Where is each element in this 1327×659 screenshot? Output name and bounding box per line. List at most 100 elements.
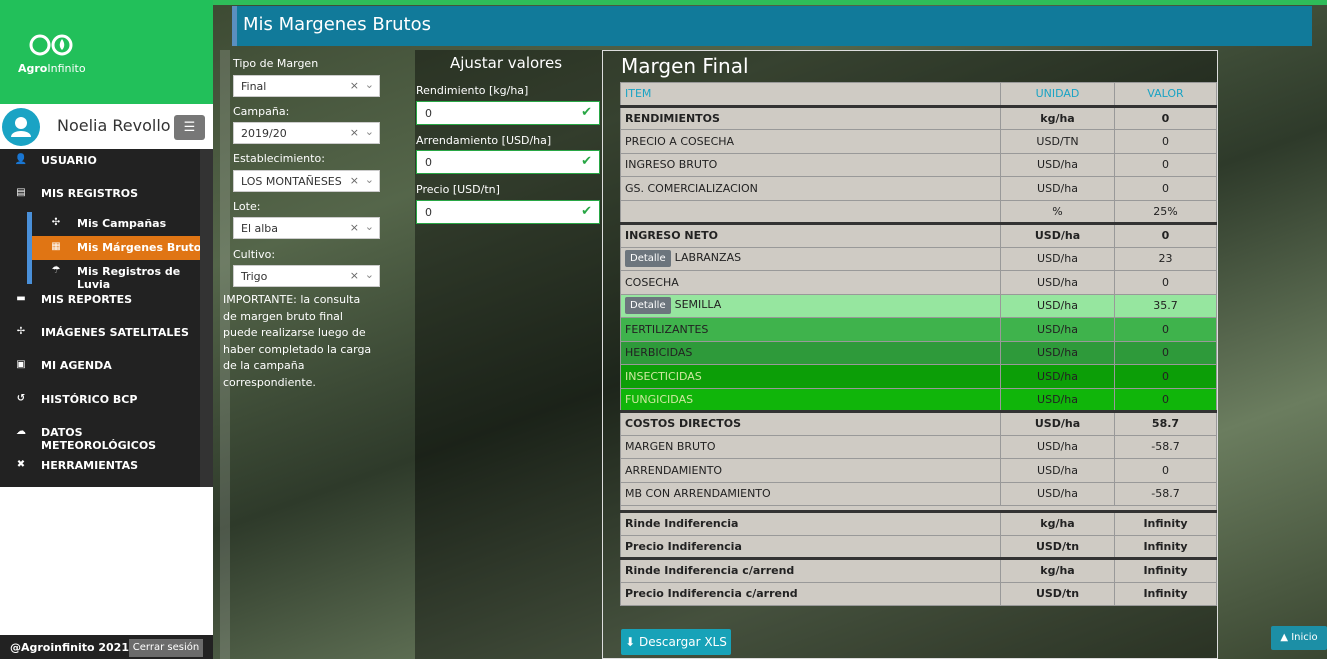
filter-label-cultivo: Cultivo: [233,248,276,261]
cell-item: MARGEN BRUTO [620,434,1001,459]
clear-icon[interactable]: × [350,269,359,282]
cell-item: INSECTICIDAS [620,364,1001,389]
nav-item-herramientas[interactable]: ✖ HERRAMIENTAS [0,454,200,478]
cell-value: 0 [1114,222,1217,248]
input-arrendamiento[interactable]: 0 ✔ [416,150,600,174]
cell-value: 0 [1114,458,1217,483]
cell-item: FERTILIZANTES [620,317,1001,342]
cell-unit: USD/tn [1000,581,1115,606]
check-icon: ✔ [581,204,592,219]
table-row: PRECIO A COSECHA USD/TN 0 [620,129,1217,154]
select-establecimiento[interactable]: LOS MONTAÑESES × ⌄ [233,170,380,192]
cell-item: ARRENDAMIENTO [620,458,1001,483]
table-row: COSECHA USD/ha 0 [620,270,1217,295]
cell-value: 0 [1114,387,1217,412]
cell-unit: USD/ha [1000,387,1115,412]
filter-label-lote: Lote: [233,200,261,213]
chevron-down-icon[interactable]: ⌄ [365,125,374,138]
nav-item-mi-agenda[interactable]: ▣ MI AGENDA [0,354,200,378]
nav-item-mis-registros[interactable]: ▤ MIS REGISTROS [0,182,200,206]
select-campana[interactable]: 2019/20 × ⌄ [233,122,380,144]
cell-unit: kg/ha [1000,557,1115,583]
download-icon: ⬇ [625,635,636,649]
logout-button[interactable]: Cerrar sesión [129,639,203,657]
document-icon: ▦ [51,241,61,252]
nav-item-usuario[interactable]: 👤 USUARIO [0,149,200,173]
select-tipo-margen[interactable]: Final × ⌄ [233,75,380,97]
cell-item: HERBICIDAS [620,340,1001,365]
cell-unit: USD/ha [1000,222,1115,248]
clear-icon[interactable]: × [350,79,359,92]
label-rendimiento: Rendimiento [kg/ha] [416,84,529,97]
detail-button-semilla[interactable]: Detalle [625,297,671,315]
chevron-down-icon[interactable]: ⌄ [365,268,374,281]
cell-value: 0 [1114,129,1217,154]
select-cultivo[interactable]: Trigo × ⌄ [233,265,380,287]
chevron-down-icon[interactable]: ⌄ [365,173,374,186]
cell-unit: USD/ha [1000,270,1115,295]
table-row: ARRENDAMIENTO USD/ha 0 [620,458,1217,483]
cell-unit: kg/ha [1000,510,1115,536]
table-row: Precio Indiferencia c/arrend USD/tn Infi… [620,581,1217,606]
calendar-icon: ▣ [16,359,26,370]
cell-item [620,199,1001,224]
clear-icon[interactable]: × [350,174,359,187]
chevron-down-icon[interactable]: ⌄ [365,220,374,233]
sidebar-footer: @Agroinfinito 2021 Cerrar sesión [0,635,213,659]
page-title: Mis Margenes Brutos [243,14,431,35]
detail-button-labranzas[interactable]: Detalle [625,250,671,268]
cell-item: FUNGICIDAS [620,387,1001,412]
table-row: Detalle SEMILLA USD/ha 35.7 [620,293,1217,318]
arrow-up-icon: ▲ [1280,632,1289,643]
cell-item: INGRESO NETO [620,222,1001,248]
sub-item-mis-margenes-brutos[interactable]: ▦ Mis Márgenes Brutos [27,236,213,260]
table-header: ITEM UNIDAD VALOR [620,82,1217,107]
nav-item-datos-meteorologicos[interactable]: ☁ DATOS METEOROLÓGICOS [0,421,200,452]
label-precio: Precio [USD/tn] [416,183,500,196]
nav-scrollbar[interactable] [200,149,213,487]
table-row: Rinde Indiferencia c/arrend kg/ha Infini… [620,557,1217,583]
chevron-down-icon[interactable]: ⌄ [365,78,374,91]
download-xls-button[interactable]: ⬇ Descargar XLS [621,629,731,655]
cell-item: Rinde Indiferencia [620,510,1001,536]
filter-label-establecimiento: Establecimiento: [233,152,325,165]
table-row: INGRESO BRUTO USD/ha 0 [620,152,1217,177]
table-row: RENDIMIENTOS kg/ha 0 [620,104,1217,130]
cell-value: 25% [1114,199,1217,224]
header-valor: VALOR [1114,82,1217,107]
cell-item: Rinde Indiferencia c/arrend [620,557,1001,583]
menu-toggle-button[interactable]: ☰ [174,115,205,140]
back-to-top-button[interactable]: ▲ Inicio [1271,626,1327,650]
table-row: FUNGICIDAS USD/ha 0 [620,387,1217,412]
cell-value: 0 [1114,340,1217,365]
clear-icon[interactable]: × [350,221,359,234]
adjust-panel: Ajustar valores Rendimiento [kg/ha] 0 ✔ … [415,50,602,659]
cell-unit: USD/ha [1000,293,1115,318]
nav-item-imagenes-satelitales[interactable]: ✢ IMÁGENES SATELITALES [0,321,200,345]
input-precio[interactable]: 0 ✔ [416,200,600,224]
cell-value: Infinity [1114,557,1217,583]
nav-item-historico-bcp[interactable]: ↺ HISTÓRICO BCP [0,388,200,412]
brand-name: AgroInfinito [18,62,86,75]
cell-value: 23 [1114,246,1217,271]
table-row: GS. COMERCIALIZACION USD/ha 0 [620,176,1217,201]
cell-value: 58.7 [1114,410,1217,436]
clear-icon[interactable]: × [350,126,359,139]
input-rendimiento[interactable]: 0 ✔ [416,101,600,125]
cell-value: Infinity [1114,534,1217,559]
select-lote[interactable]: El alba × ⌄ [233,217,380,239]
table-row: MB CON ARRENDAMIENTO USD/ha -58.7 [620,481,1217,506]
sprout-icon: ✣ [51,217,61,228]
nav-item-mis-reportes[interactable]: ▬ MIS REPORTES [0,288,200,312]
cell-value: 0 [1114,270,1217,295]
cell-item: GS. COMERCIALIZACION [620,176,1001,201]
avatar[interactable] [2,108,40,146]
file-icon: ▤ [16,187,26,198]
sub-item-mis-registros-lluvia[interactable]: ☂ Mis Registros de Luvia [27,260,213,291]
sub-item-mis-campanas[interactable]: ✣ Mis Campañas [27,212,213,236]
adjust-title: Ajustar valores [450,54,563,72]
cloud-icon: ☁ [16,426,26,437]
check-icon: ✔ [581,105,592,120]
cell-value: Infinity [1114,581,1217,606]
table-row: INGRESO NETO USD/ha 0 [620,222,1217,248]
